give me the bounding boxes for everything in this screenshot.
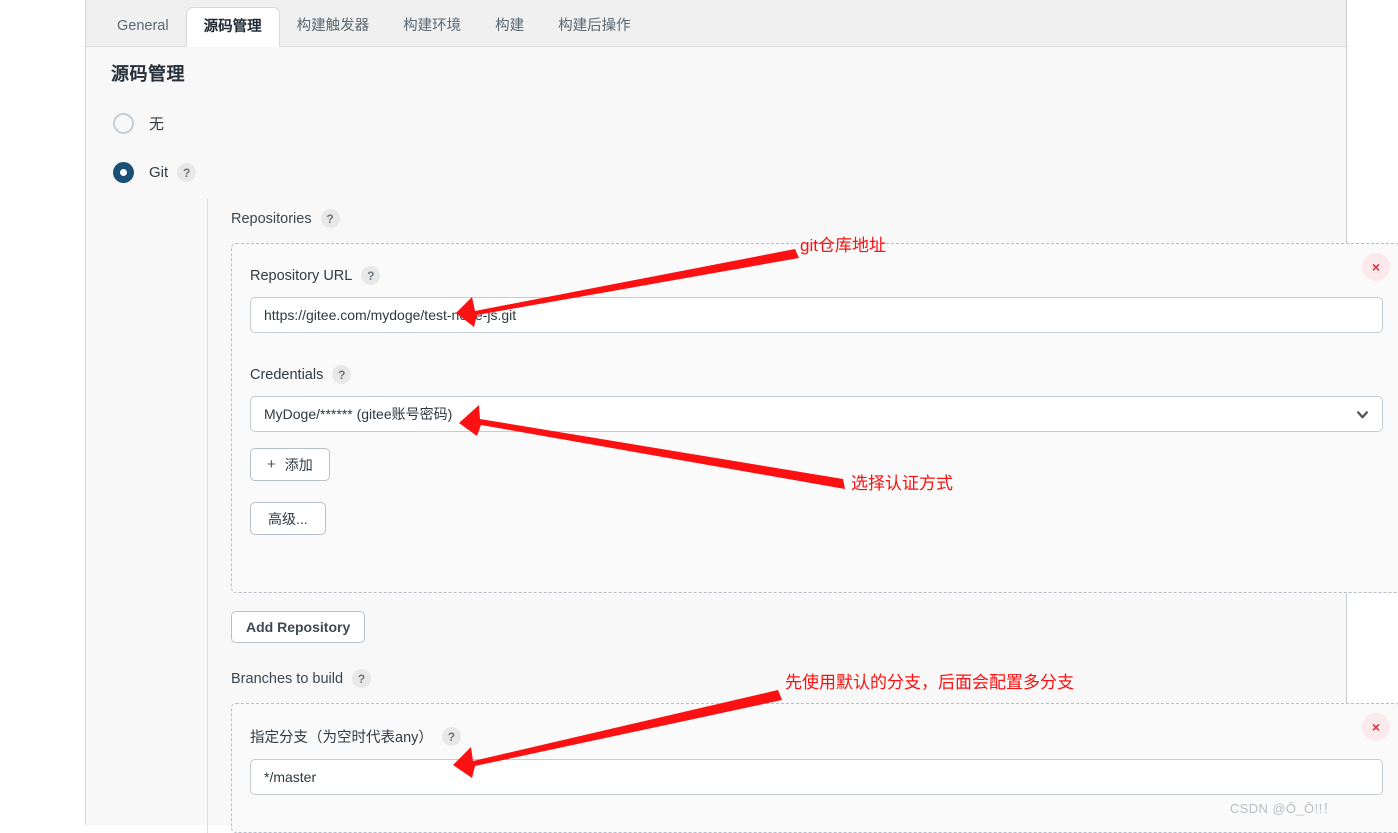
tab-build[interactable]: 构建 <box>478 7 541 46</box>
credentials-select[interactable]: MyDoge/****** (gitee账号密码) <box>250 396 1383 432</box>
repository-url-help-icon[interactable]: ? <box>361 266 381 285</box>
repositories-section-label-row: Repositories ? <box>231 209 1398 228</box>
watermark: CSDN @Ō_Ō!!！ <box>1229 801 1336 816</box>
scm-option-git[interactable]: Git ? <box>113 162 197 183</box>
tab-general[interactable]: General <box>100 7 186 46</box>
page-title: 源码管理 <box>111 64 185 84</box>
credentials-label-row: Credentials ? <box>250 365 1382 384</box>
repository-url-input[interactable] <box>250 297 1383 333</box>
credentials-help-icon[interactable]: ? <box>332 365 352 384</box>
branch-spec-label: 指定分支（为空时代表any） <box>250 730 433 746</box>
add-repository-button[interactable]: Add Repository <box>231 611 366 643</box>
branch-spec-label-row: 指定分支（为空时代表any） ? <box>250 726 1382 747</box>
tab-build-environment[interactable]: 构建环境 <box>386 7 478 46</box>
credentials-label: Credentials <box>250 366 324 383</box>
remove-repository-button[interactable]: × <box>1362 253 1390 281</box>
advanced-label: 高级... <box>268 510 308 527</box>
config-panel: General 源码管理 构建触发器 构建环境 构建 构建后操作 源码管理 无 … <box>85 0 1398 833</box>
radio-none[interactable] <box>113 113 134 134</box>
page-root: General 源码管理 构建触发器 构建环境 构建 构建后操作 源码管理 无 … <box>0 0 1398 833</box>
tab-scm[interactable]: 源码管理 <box>185 7 280 47</box>
remove-branch-button[interactable]: × <box>1362 713 1390 741</box>
scm-option-none[interactable]: 无 <box>113 113 164 134</box>
repository-url-label-row: Repository URL ? <box>250 266 1382 285</box>
branch-entry: × 指定分支（为空时代表any） ? <box>231 703 1398 833</box>
git-config-block: Repositories ? × Repository URL ? Creden… <box>207 199 1398 833</box>
branches-section-label-row: Branches to build ? <box>231 669 1398 688</box>
add-credential-button[interactable]: + 添加 <box>250 448 330 481</box>
tab-build-triggers[interactable]: 构建触发器 <box>280 7 387 46</box>
tab-post-build-actions[interactable]: 构建后操作 <box>541 7 648 46</box>
git-help-icon[interactable]: ? <box>177 163 197 182</box>
radio-git-label: Git <box>149 164 169 181</box>
branches-section-label: Branches to build <box>231 670 344 687</box>
radio-none-label: 无 <box>149 116 165 133</box>
credentials-selected-value: MyDoge/****** (gitee账号密码) <box>264 406 453 422</box>
repository-url-label: Repository URL <box>250 267 353 284</box>
add-repository-label: Add Repository <box>246 619 351 635</box>
plus-icon: + <box>267 456 276 473</box>
repository-entry: × Repository URL ? Credentials ? MyDoge/… <box>231 243 1398 593</box>
branch-spec-input[interactable] <box>250 759 1383 795</box>
branches-help-icon[interactable]: ? <box>352 669 372 688</box>
config-tab-bar: General 源码管理 构建触发器 构建环境 构建 构建后操作 <box>86 0 1346 47</box>
left-gutter <box>0 0 85 825</box>
chevron-down-icon <box>1357 410 1368 418</box>
branch-spec-help-icon[interactable]: ? <box>441 727 461 746</box>
add-credential-label: 添加 <box>284 456 313 473</box>
scm-content: 源码管理 无 Git ? Repositories ? × Repository… <box>86 47 1398 833</box>
repositories-section-label: Repositories <box>231 210 312 227</box>
radio-git[interactable] <box>113 162 134 183</box>
repositories-help-icon[interactable]: ? <box>320 209 340 228</box>
advanced-button[interactable]: 高级... <box>250 502 326 535</box>
